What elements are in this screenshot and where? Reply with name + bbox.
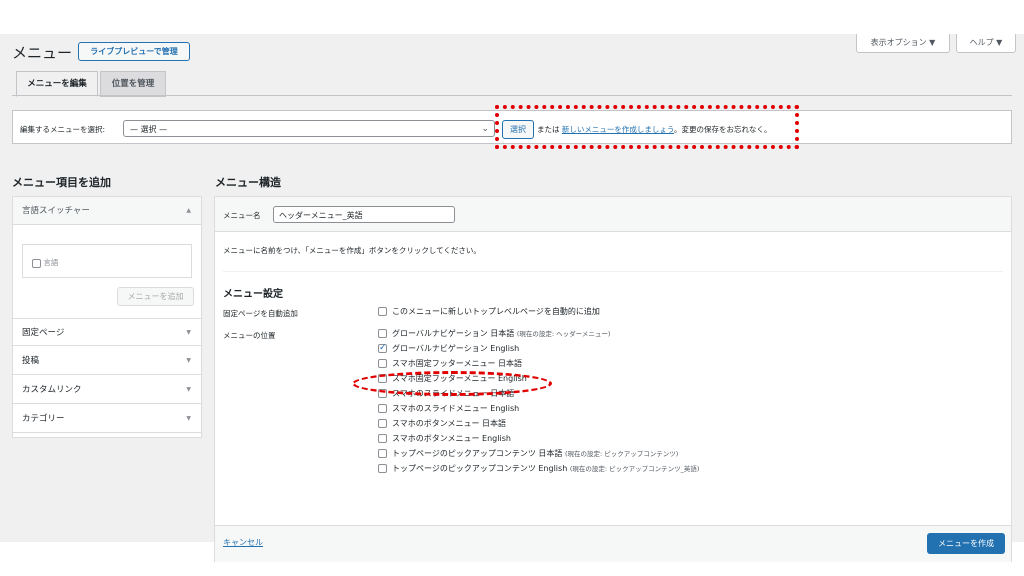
- menu-location-label: メニューの位置: [223, 331, 276, 340]
- language-item-box: 言語: [22, 244, 192, 278]
- location-note: (現在の設定: ヘッダーメニュー): [516, 330, 611, 338]
- location-checkbox[interactable]: [378, 404, 387, 413]
- location-label: スマホのボタンメニュー 日本語: [392, 419, 507, 428]
- highlight-annotation-rect: [495, 105, 799, 149]
- accordion-label: 投稿: [22, 356, 40, 366]
- menu-name-label: メニュー名: [223, 211, 261, 220]
- live-preview-button[interactable]: ライブプレビューで管理: [78, 42, 190, 61]
- auto-add-label: 固定ページを自動追加: [223, 309, 298, 318]
- admin-content: 表示オプション ▼ ヘルプ ▼ メニュー ライブプレビューで管理 メニューを編集…: [0, 34, 1024, 562]
- accordion-categories[interactable]: カテゴリー ▼: [13, 405, 201, 433]
- accordion-language-switcher[interactable]: 言語スイッチャー ▲: [13, 197, 201, 225]
- location-label: スマホのスライドメニュー English: [392, 404, 520, 413]
- location-option[interactable]: トップページのピックアップコンテンツ 日本語 (現在の設定: ピックアップコンテ…: [378, 448, 678, 460]
- menu-structure-panel: メニュー名 ヘッダーメニュー_英語 メニューに名前をつけ、「メニューを作成」ボタ…: [214, 196, 1012, 562]
- tab-manage-locations[interactable]: 位置を管理: [100, 71, 166, 97]
- highlight-annotation-ellipse: [352, 371, 552, 396]
- accordion-label: カスタムリンク: [22, 385, 82, 395]
- instruction-text: メニューに名前をつけ、「メニューを作成」ボタンをクリックしてください。: [223, 246, 481, 255]
- auto-add-checkbox[interactable]: [378, 307, 387, 316]
- location-label: スマホのボタンメニュー English: [392, 434, 511, 443]
- menu-select-dropdown[interactable]: — 選択 — ⌄: [123, 120, 495, 137]
- menu-name-bar: メニュー名 ヘッダーメニュー_英語: [215, 197, 1011, 232]
- location-checkbox[interactable]: [378, 342, 387, 354]
- accordion-posts[interactable]: 投稿 ▼: [13, 347, 201, 375]
- location-label: スマホ固定フッターメニュー 日本語: [392, 359, 522, 368]
- location-label: グローバルナビゲーション English: [392, 344, 520, 353]
- chevron-down-icon: ▼: [186, 357, 191, 364]
- location-option[interactable]: スマホのボタンメニュー English: [378, 433, 511, 445]
- location-checkbox[interactable]: [378, 449, 387, 458]
- chevron-down-icon: ⌄: [481, 124, 489, 134]
- accordion-label: 言語スイッチャー: [22, 206, 90, 216]
- location-label: トップページのピックアップコンテンツ 日本語: [392, 449, 563, 458]
- language-checkbox[interactable]: [32, 258, 41, 268]
- menu-name-input[interactable]: ヘッダーメニュー_英語: [273, 206, 455, 223]
- location-checkbox[interactable]: [378, 329, 387, 338]
- location-label: トップページのピックアップコンテンツ English: [392, 464, 568, 473]
- menu-select-value: — 選択 —: [130, 125, 168, 134]
- language-label: 言語: [43, 258, 59, 267]
- chevron-up-icon: ▲: [186, 207, 191, 214]
- add-menu-items-panel: 言語スイッチャー ▲ 言語 メニューを追加 固定ページ ▼ 投稿 ▼ カスタムリ…: [12, 196, 202, 438]
- location-option[interactable]: トップページのピックアップコンテンツ English (現在の設定: ピックアッ…: [378, 463, 699, 475]
- page-title: メニュー: [12, 44, 73, 62]
- menu-select-bar: 編集するメニューを選択: — 選択 — ⌄ 選択 または 新しいメニューを作成し…: [12, 105, 1012, 149]
- help-button[interactable]: ヘルプ ▼: [956, 34, 1016, 53]
- select-menu-label: 編集するメニューを選択:: [20, 125, 106, 134]
- location-option[interactable]: グローバルナビゲーション 日本語 (現在の設定: ヘッダーメニュー): [378, 328, 610, 340]
- location-option[interactable]: スマホのスライドメニュー English: [378, 403, 519, 415]
- divider: [223, 271, 1003, 272]
- location-label: グローバルナビゲーション 日本語: [392, 329, 515, 338]
- location-checkbox[interactable]: [378, 464, 387, 473]
- auto-add-option-label: このメニューに新しいトップレベルページを自動的に追加: [392, 307, 600, 316]
- chevron-down-icon: ▼: [186, 386, 191, 393]
- menu-settings-heading: メニュー設定: [223, 289, 283, 300]
- create-menu-button[interactable]: メニューを作成: [927, 533, 1005, 554]
- location-checkbox[interactable]: [378, 434, 387, 443]
- location-checkbox[interactable]: [378, 359, 387, 368]
- location-note: (現在の設定: ピックアップコンテンツ): [564, 450, 679, 458]
- language-checkbox-row[interactable]: 言語: [32, 257, 58, 268]
- chevron-down-icon: ▼: [186, 415, 191, 422]
- location-note: (現在の設定: ピックアップコンテンツ_英語): [569, 465, 700, 473]
- location-checkbox[interactable]: [378, 419, 387, 428]
- accordion-label: 固定ページ: [22, 328, 65, 338]
- tab-divider: [12, 95, 1012, 96]
- auto-add-option[interactable]: このメニューに新しいトップレベルページを自動的に追加: [378, 306, 600, 318]
- add-menu-items-heading: メニュー項目を追加: [12, 176, 111, 189]
- location-option[interactable]: スマホのボタンメニュー 日本語: [378, 418, 506, 430]
- location-option[interactable]: グローバルナビゲーション English: [378, 342, 520, 355]
- accordion-custom-links[interactable]: カスタムリンク ▼: [13, 376, 201, 404]
- tab-edit-menus[interactable]: メニューを編集: [16, 71, 98, 97]
- accordion-label: カテゴリー: [22, 414, 65, 424]
- chevron-down-icon: ▼: [186, 329, 191, 336]
- location-option[interactable]: スマホ固定フッターメニュー 日本語: [378, 358, 522, 370]
- accordion-pages[interactable]: 固定ページ ▼: [13, 318, 201, 346]
- cancel-link[interactable]: キャンセル: [223, 537, 263, 548]
- menu-structure-heading: メニュー構造: [215, 176, 281, 189]
- screen-options-button[interactable]: 表示オプション ▼: [856, 34, 950, 53]
- menu-footer-bar: キャンセル メニューを作成: [215, 525, 1011, 562]
- add-to-menu-button[interactable]: メニューを追加: [117, 287, 194, 306]
